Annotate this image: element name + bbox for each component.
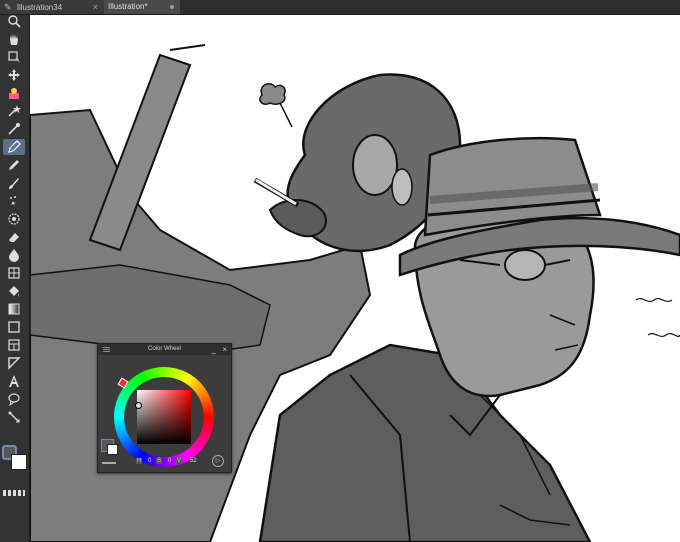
- magic-wand-icon: [8, 105, 21, 117]
- decoration-tool-button[interactable]: [3, 211, 25, 227]
- gradient-icon: [8, 303, 20, 315]
- bucket-icon: [9, 286, 20, 297]
- minimize-icon[interactable]: _: [212, 344, 216, 355]
- unsaved-dot-icon: [170, 5, 174, 9]
- fill-icon: [8, 267, 20, 279]
- text-tool-button[interactable]: [3, 373, 25, 389]
- grip-icon[interactable]: [103, 347, 110, 352]
- s-value[interactable]: 0: [168, 458, 171, 464]
- airbrush-icon: [10, 196, 16, 206]
- pen-nib-icon: ✎: [4, 2, 12, 12]
- zoom-icon: [8, 15, 21, 28]
- figure-icon: [8, 321, 20, 333]
- pencil-tool-button[interactable]: [3, 157, 25, 173]
- hand-icon: [10, 34, 18, 45]
- brush-size-icon: [102, 458, 116, 464]
- tab-illustration-active[interactable]: Illustration*: [104, 0, 180, 14]
- airbrush-tool-button[interactable]: [3, 193, 25, 209]
- move-icon: [8, 69, 20, 81]
- rotate-tool-button[interactable]: [3, 49, 25, 65]
- v-value[interactable]: 52: [190, 458, 197, 464]
- pen-icon: [8, 140, 21, 153]
- color-indicator[interactable]: [2, 445, 28, 475]
- hsv-mode-toggle-icon[interactable]: ▷: [212, 455, 224, 467]
- frame-icon: [8, 339, 20, 351]
- decoration-icon: [8, 213, 20, 225]
- h-value[interactable]: 0: [148, 458, 151, 464]
- eraser-icon: [9, 233, 19, 242]
- transparent-color-swatch[interactable]: [3, 490, 25, 496]
- correct-line-tool-button[interactable]: [3, 409, 25, 425]
- brush-icon: [9, 178, 19, 189]
- blend-icon: [9, 249, 19, 262]
- correct-line-icon: [8, 411, 20, 423]
- rotate-icon: [8, 51, 20, 63]
- frame-tool-button[interactable]: [3, 337, 25, 353]
- figure-tool-button[interactable]: [3, 319, 25, 335]
- h-label: H: [136, 458, 143, 464]
- gradient-tool-button[interactable]: [3, 283, 25, 299]
- color-wheel-panel: Color Wheel _ × H 0 S 0 V 52 ▷: [97, 343, 232, 473]
- ruler-icon: [8, 357, 21, 370]
- saturation-value-marker[interactable]: [135, 402, 142, 409]
- blend-tool-button[interactable]: [3, 247, 25, 263]
- text-icon: [9, 375, 19, 387]
- move-tool-button[interactable]: [3, 67, 25, 83]
- gradient-fill-tool-button[interactable]: [3, 301, 25, 317]
- auto-action-tool-button[interactable]: [3, 85, 25, 101]
- tool-palette: [0, 15, 30, 542]
- eraser-tool-button[interactable]: [3, 229, 25, 245]
- panel-sub-color-swatch[interactable]: [107, 444, 118, 455]
- auto-action-icon: [9, 88, 19, 99]
- tab-illustration34[interactable]: ✎ Illustration34 ×: [0, 0, 104, 14]
- eyedropper-tool-button[interactable]: [3, 121, 25, 137]
- eyedropper-icon: [8, 123, 20, 135]
- pencil-icon: [9, 160, 19, 170]
- zoom-tool-button[interactable]: [3, 13, 25, 29]
- saturation-value-square[interactable]: [137, 390, 191, 444]
- hand-tool-button[interactable]: [3, 31, 25, 47]
- close-icon[interactable]: ×: [222, 344, 227, 355]
- brush-tool-button[interactable]: [3, 175, 25, 191]
- document-tab-bar: ✎ Illustration34 × Illustration*: [0, 0, 680, 15]
- fill-tool-button[interactable]: [3, 265, 25, 281]
- v-label: V: [176, 458, 183, 464]
- s-label: S: [156, 458, 163, 464]
- tab-label: Illustration*: [108, 2, 148, 11]
- sub-color-swatch[interactable]: [11, 454, 27, 470]
- ruler-tool-button[interactable]: [3, 355, 25, 371]
- balloon-tool-button[interactable]: [3, 391, 25, 407]
- balloon-icon: [8, 393, 20, 406]
- tab-close-icon[interactable]: ×: [93, 0, 98, 14]
- color-wheel-title: Color Wheel: [147, 346, 181, 352]
- magic-wand-tool-button[interactable]: [3, 103, 25, 119]
- pen-tool-button[interactable]: [3, 139, 25, 155]
- color-wheel-title-bar[interactable]: Color Wheel _ ×: [98, 344, 231, 355]
